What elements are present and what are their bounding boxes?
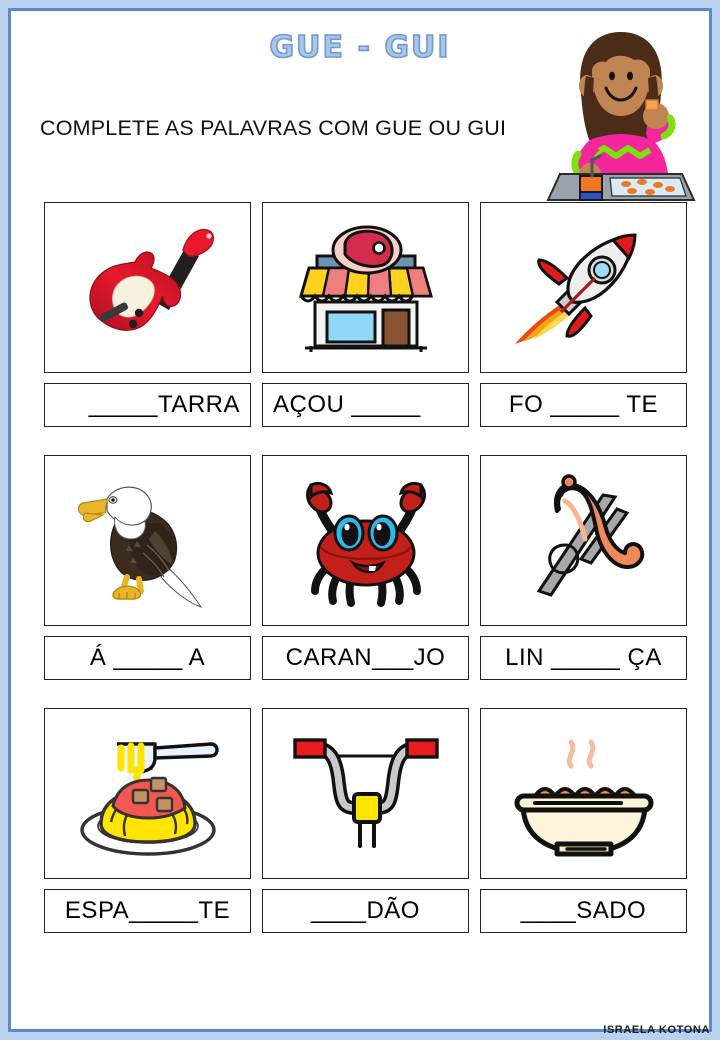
item-cell: CARAN___JO	[262, 455, 469, 680]
item-cell: Á _____ A	[44, 455, 251, 680]
girl-eating-lunch-icon	[546, 24, 696, 202]
sausage-on-fork-icon	[536, 473, 644, 597]
image-box-soup-bowl	[480, 708, 687, 879]
item-cell: _____TARRA	[44, 202, 251, 427]
image-box-rocket	[480, 202, 687, 373]
word-box[interactable]: CARAN___JO	[262, 636, 469, 680]
spaghetti-icon	[79, 741, 219, 856]
word-box[interactable]: FO _____ TE	[480, 383, 687, 427]
butcher-shop-icon	[298, 225, 433, 352]
image-box-sausage	[480, 455, 687, 626]
word-box[interactable]: ____DÃO	[262, 889, 469, 933]
image-box-butcher-shop	[262, 202, 469, 373]
image-box-crab	[262, 455, 469, 626]
items-row: Á _____ A CARAN___JO LIN _____ ÇA	[44, 455, 704, 680]
crab-icon	[305, 481, 426, 607]
electric-guitar-icon	[88, 228, 214, 331]
word-box[interactable]: ESPA_____TE	[44, 889, 251, 933]
item-cell: ESPA_____TE	[44, 708, 251, 933]
image-box-spaghetti	[44, 708, 251, 879]
item-cell: FO _____ TE	[480, 202, 687, 427]
page-border: GUE - GUI COMPLETE AS PALAVRAS COM GUE O…	[8, 8, 712, 1032]
bicycle-handlebar-icon	[292, 737, 439, 848]
author-credit: ISRAELA KOTONA	[603, 1024, 710, 1036]
items-row: _____TARRA AÇOU _____ FO _____ TE	[44, 202, 704, 427]
item-cell: LIN _____ ÇA	[480, 455, 687, 680]
item-cell: ____SADO	[480, 708, 687, 933]
item-cell: AÇOU _____	[262, 202, 469, 427]
word-box[interactable]: AÇOU _____	[262, 383, 469, 427]
worksheet-page: GUE - GUI COMPLETE AS PALAVRAS COM GUE O…	[0, 0, 720, 1040]
word-box[interactable]: ____SADO	[480, 889, 687, 933]
rocket-icon	[514, 232, 637, 344]
item-cell: ____DÃO	[262, 708, 469, 933]
image-box-eagle	[44, 455, 251, 626]
bald-eagle-icon	[77, 486, 202, 608]
word-box[interactable]: LIN _____ ÇA	[480, 636, 687, 680]
items-grid: _____TARRA AÇOU _____ FO _____ TE Á ____…	[44, 202, 704, 961]
items-row: ESPA_____TE ____DÃO ____SADO	[44, 708, 704, 933]
image-box-guitar	[44, 202, 251, 373]
worksheet-sheet: GUE - GUI COMPLETE AS PALAVRAS COM GUE O…	[14, 14, 706, 1026]
instruction-text: COMPLETE AS PALAVRAS COM GUE OU GUI	[40, 116, 507, 140]
word-box[interactable]: _____TARRA	[44, 383, 251, 427]
word-box[interactable]: Á _____ A	[44, 636, 251, 680]
image-box-handlebar	[262, 708, 469, 879]
soup-bowl-icon	[514, 739, 653, 856]
